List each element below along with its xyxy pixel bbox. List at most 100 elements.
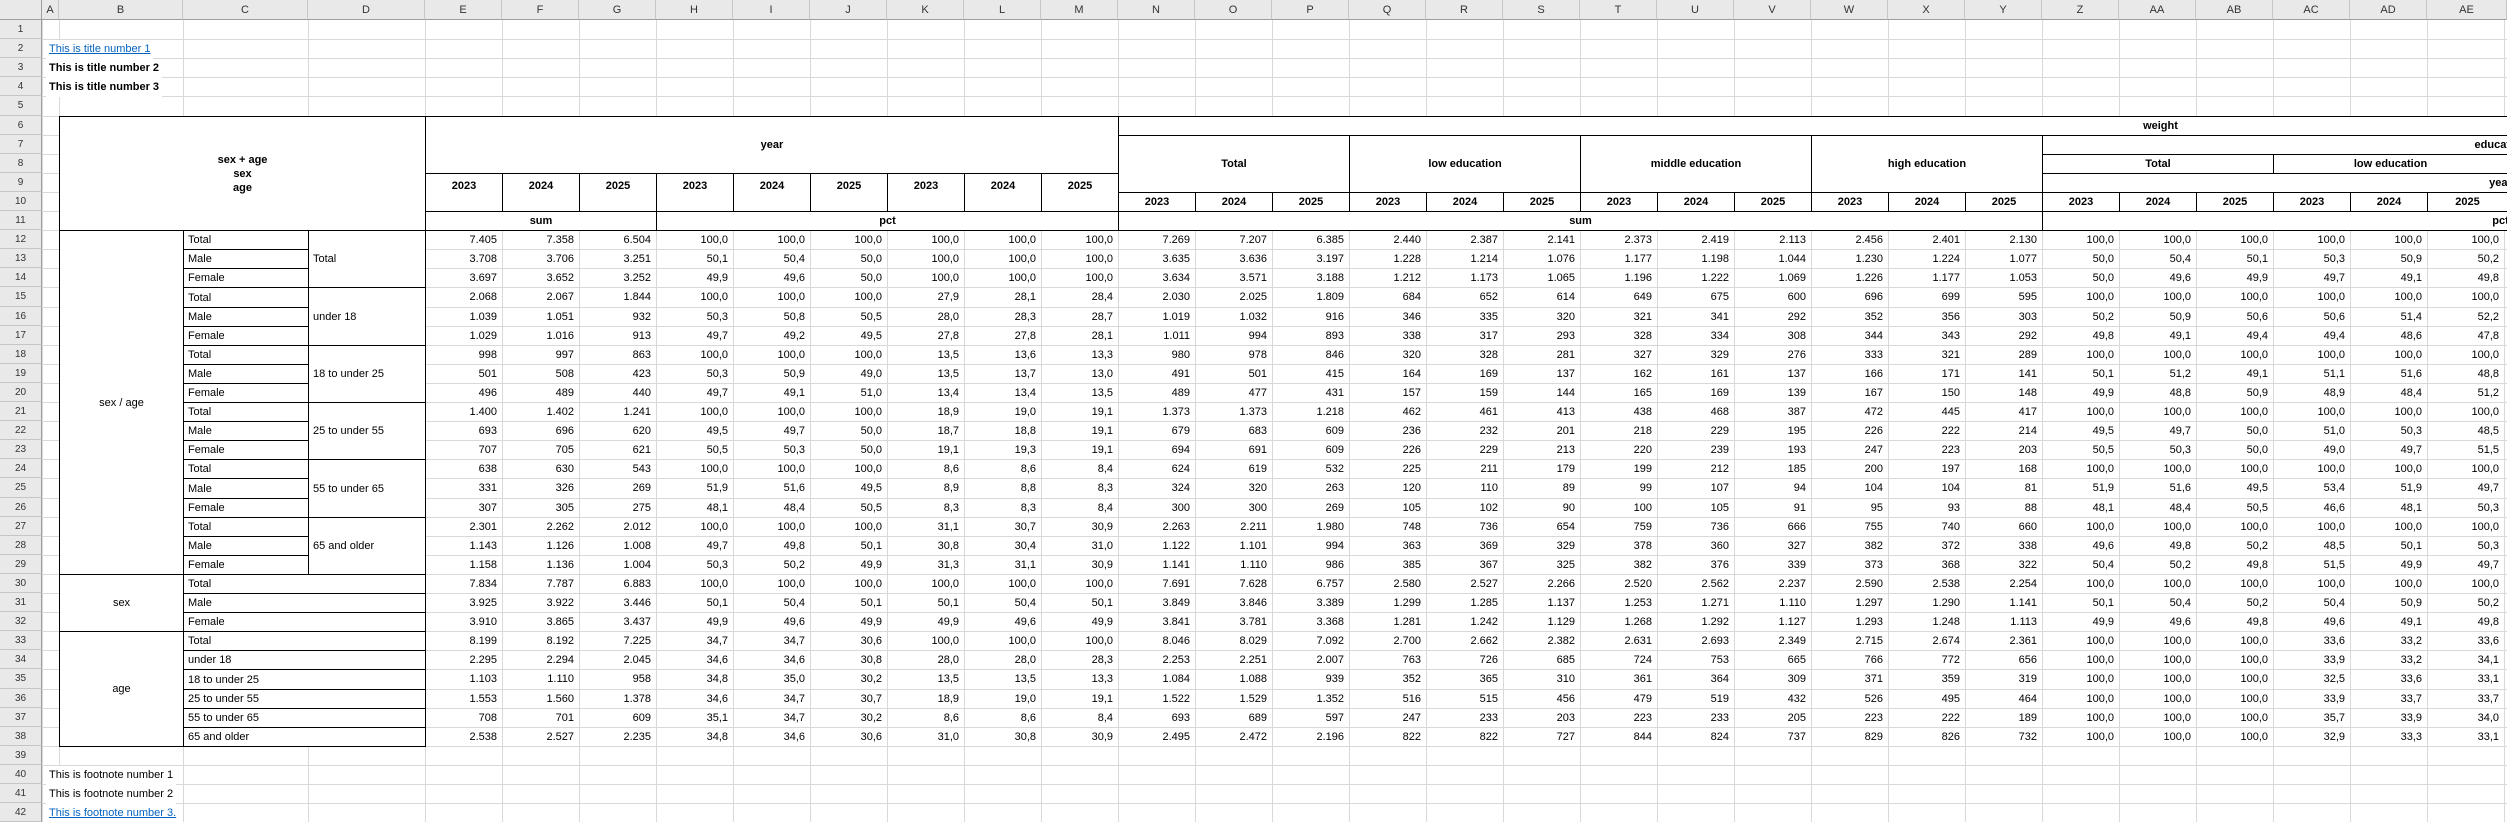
cell-S19[interactable]: 137 — [1503, 364, 1580, 383]
cell-U24[interactable]: 212 — [1657, 459, 1734, 478]
cell-AA17[interactable]: 49,1 — [2119, 326, 2196, 345]
cell-P17[interactable]: 893 — [1272, 326, 1349, 345]
sum-band-year-panel[interactable]: sum — [425, 211, 657, 231]
row-header-18[interactable]: 18 — [0, 345, 42, 364]
row-label-sex[interactable]: Total — [183, 287, 309, 308]
cell-H27[interactable]: 100,0 — [656, 517, 733, 536]
cell-F19[interactable]: 508 — [502, 364, 579, 383]
row-label-age[interactable]: 65 and older — [308, 517, 426, 575]
cell-P37[interactable]: 597 — [1272, 708, 1349, 727]
cell-F20[interactable]: 489 — [502, 383, 579, 402]
cell-N23[interactable]: 694 — [1118, 440, 1195, 459]
cell-Q36[interactable]: 516 — [1349, 689, 1426, 708]
row-header-3[interactable]: 3 — [0, 58, 42, 77]
cell-AA23[interactable]: 50,3 — [2119, 440, 2196, 459]
cell-Q20[interactable]: 157 — [1349, 383, 1426, 402]
cell-L36[interactable]: 19,0 — [964, 689, 1041, 708]
cell-AE33[interactable]: 33,6 — [2427, 631, 2504, 650]
cell-AA18[interactable]: 100,0 — [2119, 345, 2196, 364]
column-header-D[interactable]: D — [308, 0, 425, 20]
year-column-header[interactable]: 2024 — [2119, 192, 2197, 212]
cell-AA21[interactable]: 100,0 — [2119, 402, 2196, 421]
row-label-sex[interactable]: Total — [183, 230, 309, 250]
cell-Q19[interactable]: 164 — [1349, 364, 1426, 383]
row-header-1[interactable]: 1 — [0, 20, 42, 39]
cell-S36[interactable]: 456 — [1503, 689, 1580, 708]
cell-AE35[interactable]: 33,1 — [2427, 669, 2504, 689]
cell-AA16[interactable]: 50,9 — [2119, 307, 2196, 326]
cell-AE18[interactable]: 100,0 — [2427, 345, 2504, 364]
cell-Q28[interactable]: 363 — [1349, 536, 1426, 555]
cell-AA14[interactable]: 49,6 — [2119, 268, 2196, 287]
cell-Z18[interactable]: 100,0 — [2042, 345, 2119, 364]
cell-X37[interactable]: 222 — [1888, 708, 1965, 727]
cell-AA37[interactable]: 100,0 — [2119, 708, 2196, 727]
cell-AA36[interactable]: 100,0 — [2119, 689, 2196, 708]
cell-O22[interactable]: 683 — [1195, 421, 1272, 440]
row-header-30[interactable]: 30 — [0, 574, 42, 593]
cell-V16[interactable]: 292 — [1734, 307, 1811, 326]
cell-S23[interactable]: 213 — [1503, 440, 1580, 459]
cell-AB32[interactable]: 49,8 — [2196, 612, 2273, 631]
cell-I30[interactable]: 100,0 — [733, 574, 810, 593]
cell-K35[interactable]: 13,5 — [887, 669, 964, 689]
column-header-Q[interactable]: Q — [1349, 0, 1426, 20]
cell-P36[interactable]: 1.352 — [1272, 689, 1349, 708]
cell-R19[interactable]: 169 — [1426, 364, 1503, 383]
cell-AD33[interactable]: 33,2 — [2350, 631, 2427, 650]
cell-M32[interactable]: 49,9 — [1041, 612, 1118, 631]
cell-U33[interactable]: 2.693 — [1657, 631, 1734, 650]
cell-O35[interactable]: 1.088 — [1195, 669, 1272, 689]
cell-Q13[interactable]: 1.228 — [1349, 249, 1426, 268]
cell-E14[interactable]: 3.697 — [425, 268, 502, 287]
title-hyperlink[interactable]: This is title number 1 — [46, 40, 153, 59]
year-column-header[interactable]: 2025 — [1503, 192, 1581, 212]
cell-AC12[interactable]: 100,0 — [2273, 230, 2350, 249]
cell-P28[interactable]: 994 — [1272, 536, 1349, 555]
cell-V14[interactable]: 1.069 — [1734, 268, 1811, 287]
cell-F38[interactable]: 2.527 — [502, 727, 579, 746]
cell-O34[interactable]: 2.251 — [1195, 650, 1272, 669]
cell-G24[interactable]: 543 — [579, 459, 656, 478]
cell-Z35[interactable]: 100,0 — [2042, 669, 2119, 689]
cell-AD27[interactable]: 100,0 — [2350, 517, 2427, 536]
cell-Y15[interactable]: 595 — [1965, 287, 2042, 307]
cell-AE22[interactable]: 48,5 — [2427, 421, 2504, 440]
cell-M33[interactable]: 100,0 — [1041, 631, 1118, 650]
cell-I35[interactable]: 35,0 — [733, 669, 810, 689]
cell-N34[interactable]: 2.253 — [1118, 650, 1195, 669]
cell-AD16[interactable]: 51,4 — [2350, 307, 2427, 326]
cell-M13[interactable]: 100,0 — [1041, 249, 1118, 268]
cell-AC35[interactable]: 32,5 — [2273, 669, 2350, 689]
cell-AE23[interactable]: 51,5 — [2427, 440, 2504, 459]
cell-G36[interactable]: 1.378 — [579, 689, 656, 708]
cell-F32[interactable]: 3.865 — [502, 612, 579, 631]
cell-K36[interactable]: 18,9 — [887, 689, 964, 708]
cell-J21[interactable]: 100,0 — [810, 402, 887, 421]
year-column-header[interactable]: 2025 — [1965, 192, 2043, 212]
cell-S32[interactable]: 1.129 — [1503, 612, 1580, 631]
cell-E26[interactable]: 307 — [425, 498, 502, 517]
cell-N35[interactable]: 1.084 — [1118, 669, 1195, 689]
row-header-13[interactable]: 13 — [0, 249, 42, 268]
cell-M28[interactable]: 31,0 — [1041, 536, 1118, 555]
cell-U38[interactable]: 824 — [1657, 727, 1734, 746]
row-group-label-sex-age[interactable]: sex / age — [59, 230, 184, 575]
row-label-age[interactable]: 25 to under 55 — [183, 689, 426, 709]
cell-T18[interactable]: 327 — [1580, 345, 1657, 364]
cell-W22[interactable]: 226 — [1811, 421, 1888, 440]
cell-Q38[interactable]: 822 — [1349, 727, 1426, 746]
cell-AB38[interactable]: 100,0 — [2196, 727, 2273, 746]
cell-AC21[interactable]: 100,0 — [2273, 402, 2350, 421]
cell-AD32[interactable]: 49,1 — [2350, 612, 2427, 631]
cell-K28[interactable]: 30,8 — [887, 536, 964, 555]
cell-AE29[interactable]: 49,7 — [2427, 555, 2504, 574]
cell-M27[interactable]: 30,9 — [1041, 517, 1118, 536]
cell-Z33[interactable]: 100,0 — [2042, 631, 2119, 650]
cell-K31[interactable]: 50,1 — [887, 593, 964, 612]
cell-I38[interactable]: 34,6 — [733, 727, 810, 746]
cell-AA38[interactable]: 100,0 — [2119, 727, 2196, 746]
cell-E29[interactable]: 1.158 — [425, 555, 502, 574]
row-label-age[interactable]: 55 to under 65 — [183, 708, 426, 728]
cell-P33[interactable]: 7.092 — [1272, 631, 1349, 650]
